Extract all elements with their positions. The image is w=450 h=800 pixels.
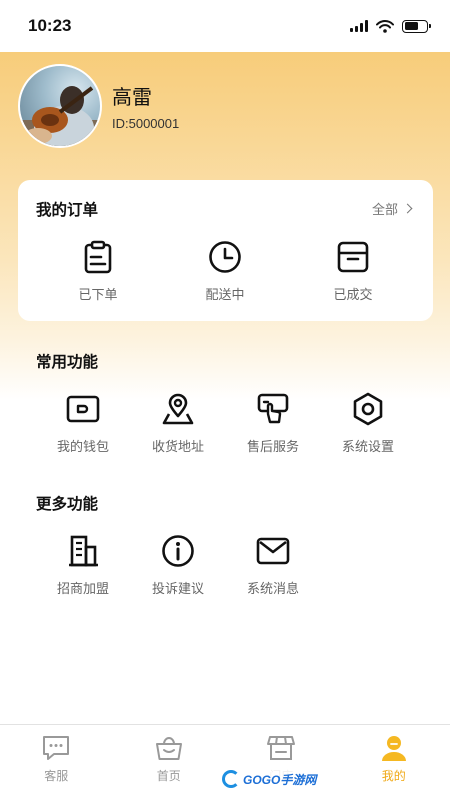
basket-icon <box>155 737 182 760</box>
function-franchise[interactable]: 招商加盟 <box>38 534 128 597</box>
info-icon <box>162 535 194 567</box>
chat-icon <box>43 736 70 760</box>
function-after-sales[interactable]: 售后服务 <box>228 392 318 455</box>
more-functions-title: 更多功能 <box>36 495 99 513</box>
username: 高雷 <box>112 85 152 109</box>
order-item-label: 已成交 <box>333 288 373 303</box>
signal-icon <box>350 20 368 32</box>
function-label: 我的钱包 <box>56 440 109 455</box>
screen: 10:23 高雷 ID:5000001 我的订单 全部 已下单 配送中 已成交 … <box>0 0 450 800</box>
function-label: 售后服务 <box>246 440 299 455</box>
user-id: ID:5000001 <box>112 116 180 131</box>
function-wallet[interactable]: 我的钱包 <box>38 392 128 455</box>
clipboard-icon <box>84 240 112 274</box>
settings-icon <box>353 392 383 426</box>
mail-icon <box>256 537 290 565</box>
watermark-text: GOGO手游网 <box>243 772 317 787</box>
function-label: 系统设置 <box>341 440 394 455</box>
function-feedback[interactable]: 投诉建议 <box>133 534 223 597</box>
orders-title: 我的订单 <box>36 201 99 219</box>
order-item-placed[interactable]: 已下单 <box>53 240 143 303</box>
function-label: 系统消息 <box>246 582 299 597</box>
after-sales-icon <box>257 393 289 424</box>
tab-home[interactable]: 首页 <box>113 725 226 800</box>
profile-text: 高雷 ID:5000001 <box>112 81 179 131</box>
tab-label: 首页 <box>156 769 181 783</box>
tab-customer-service[interactable]: 客服 <box>0 725 113 800</box>
status-time: 10:23 <box>28 16 72 35</box>
function-label: 收货地址 <box>151 440 204 455</box>
battery-icon <box>402 19 431 33</box>
wallet-icon <box>66 395 100 423</box>
location-pin-icon <box>162 393 194 425</box>
clock-icon <box>209 241 241 273</box>
function-label: 招商加盟 <box>56 582 109 597</box>
functions-card: 常用功能 我的钱包 收货地址 售后服务 系统设置 更多功能 招商加盟 投诉建议 … <box>18 332 433 722</box>
profile-header[interactable]: 高雷 ID:5000001 <box>18 64 179 148</box>
view-all-label: 全部 <box>371 203 398 218</box>
wifi-icon <box>376 19 394 33</box>
chevron-right-icon <box>402 203 413 214</box>
avatar[interactable] <box>18 64 102 148</box>
tab-label: 我的 <box>381 769 406 783</box>
tab-mine[interactable]: 我的 <box>338 725 450 800</box>
store-icon <box>267 736 296 760</box>
tab-label: 客服 <box>44 769 69 783</box>
status-icons <box>350 19 431 33</box>
order-item-completed[interactable]: 已成交 <box>308 240 398 303</box>
order-item-label: 已下单 <box>78 288 118 303</box>
order-item-label: 配送中 <box>205 288 245 303</box>
view-all-orders-link[interactable]: 全部 <box>371 199 413 218</box>
common-functions-title: 常用功能 <box>36 353 99 371</box>
user-icon <box>381 736 406 761</box>
orders-card: 我的订单 全部 已下单 配送中 已成交 <box>18 180 433 321</box>
status-bar: 10:23 <box>0 0 450 52</box>
watermark-logo-icon <box>222 770 240 788</box>
function-address[interactable]: 收货地址 <box>133 392 223 455</box>
function-label: 投诉建议 <box>151 582 204 597</box>
building-icon <box>69 535 98 567</box>
watermark: GOGO手游网 <box>218 767 321 791</box>
function-messages[interactable]: 系统消息 <box>228 534 318 597</box>
function-settings[interactable]: 系统设置 <box>323 392 413 455</box>
order-item-delivering[interactable]: 配送中 <box>180 240 270 303</box>
box-icon <box>337 241 369 273</box>
